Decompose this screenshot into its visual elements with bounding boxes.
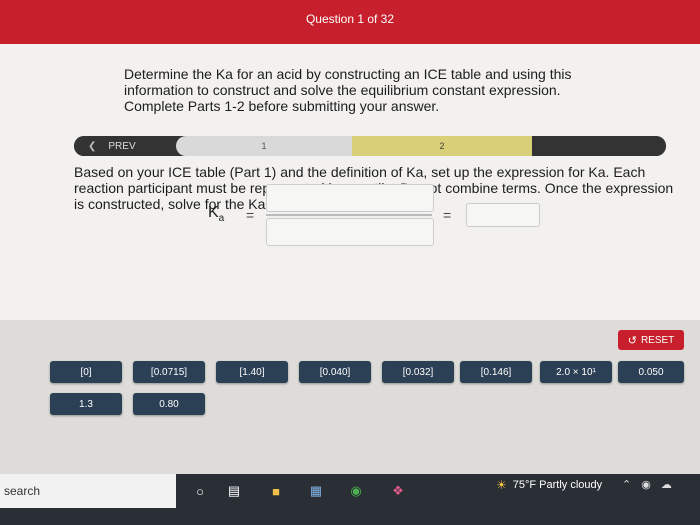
tile[interactable]: 0.050 [618, 361, 684, 383]
weather-text: 75°F Partly cloudy [512, 479, 603, 491]
chrome-icon[interactable]: ◉ [346, 481, 366, 501]
tile[interactable]: [0.040] [299, 361, 371, 383]
tile[interactable]: 1.3 [50, 393, 122, 415]
progress-remainder [532, 136, 666, 156]
answer-dropzone[interactable] [466, 203, 540, 227]
prev-button[interactable]: ❮ PREV [74, 136, 174, 156]
tile[interactable]: 2.0 × 10¹ [540, 361, 612, 383]
reset-label: RESET [640, 334, 675, 346]
equals-sign-2: = [443, 207, 452, 223]
task-view-icon[interactable]: ▤ [224, 481, 244, 501]
step-1-tab[interactable]: 1 [176, 136, 352, 156]
cortana-icon[interactable]: ○ [190, 481, 210, 501]
weather-icon: ☀ [496, 478, 507, 492]
tray-app-icon[interactable]: ◉ [641, 478, 651, 491]
store-icon[interactable]: ▦ [306, 481, 326, 501]
tile[interactable]: [1.40] [216, 361, 288, 383]
tile[interactable]: [0.0715] [133, 361, 205, 383]
question-counter: Question 1 of 32 [305, 12, 395, 26]
tile[interactable]: [0] [50, 361, 122, 383]
question-panel: Determine the Ka for an acid by construc… [0, 44, 700, 320]
top-header: Question 1 of 32 [0, 0, 700, 44]
file-explorer-icon[interactable]: ■ [266, 481, 286, 501]
taskbar-search[interactable]: search [0, 474, 176, 508]
progress-bar: ❮ PREV 1 2 [74, 136, 666, 156]
chevron-left-icon: ❮ [88, 140, 97, 152]
tile[interactable]: [0.146] [460, 361, 532, 383]
prev-label: PREV [108, 140, 136, 152]
tile[interactable]: 0.80 [133, 393, 205, 415]
reset-button[interactable]: ↺ RESET [618, 330, 684, 350]
tile[interactable]: [0.032] [382, 361, 454, 383]
fraction-bar [266, 214, 432, 216]
step-2-tab[interactable]: 2 [352, 136, 532, 156]
weather-widget[interactable]: ☀ 75°F Partly cloudy [496, 478, 602, 492]
cloud-icon[interactable]: ☁ [661, 478, 672, 491]
equals-sign: = [246, 207, 255, 223]
app-icon[interactable]: ❖ [388, 481, 408, 501]
chevron-up-icon[interactable]: ⌃ [622, 478, 631, 491]
denominator-dropzone[interactable] [266, 218, 434, 246]
numerator-dropzone[interactable] [266, 184, 434, 212]
taskbar-search-text: search [4, 484, 41, 498]
question-intro: Determine the Ka for an acid by construc… [124, 66, 572, 114]
reset-icon: ↺ [627, 334, 637, 347]
ka-symbol: Ka [208, 204, 225, 225]
system-tray: ⌃ ◉ ☁ [622, 478, 672, 491]
